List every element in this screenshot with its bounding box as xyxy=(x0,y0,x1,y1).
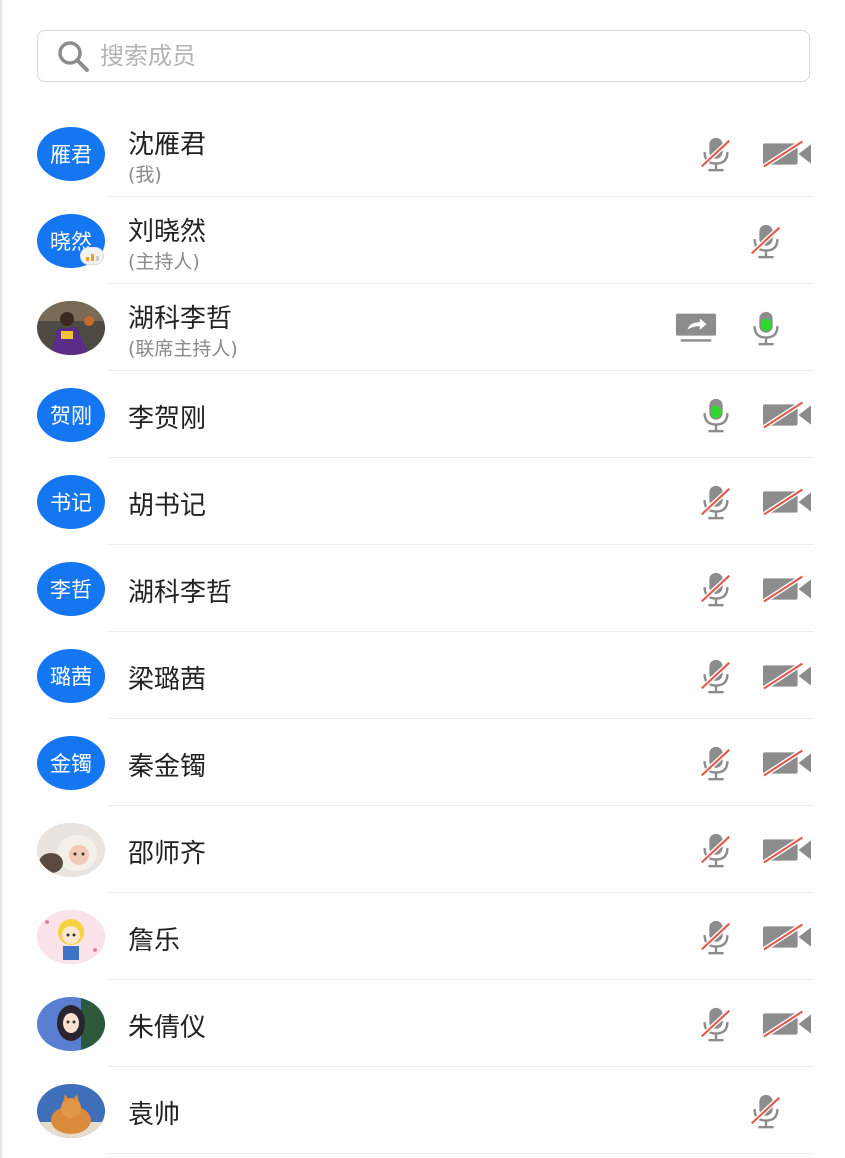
camera-off-icon[interactable] xyxy=(762,657,812,695)
speaking-indicator-icon xyxy=(80,247,104,265)
mic-muted-icon[interactable] xyxy=(697,570,735,608)
member-name: 詹乐 xyxy=(128,926,181,956)
member-name: 李贺刚 xyxy=(128,404,207,434)
mic-muted-icon[interactable] xyxy=(697,831,735,869)
avatar: 雁君 xyxy=(37,127,105,181)
screen-share-icon[interactable] xyxy=(675,309,717,347)
avatar: 李哲 xyxy=(37,562,105,616)
member-name: 刘晓然 xyxy=(128,217,207,247)
member-row[interactable]: 雁君 沈雁君 (我) xyxy=(2,110,845,197)
basketball-player-photo-avatar xyxy=(37,301,105,355)
member-name: 胡书记 xyxy=(128,491,207,521)
member-row[interactable]: 湖科李哲 (联席主持人) xyxy=(2,284,845,371)
member-name: 沈雁君 xyxy=(128,130,207,160)
member-name: 秦金镯 xyxy=(128,752,207,782)
camera-off-icon[interactable] xyxy=(762,483,812,521)
avatar: 璐茜 xyxy=(37,649,105,703)
member-row[interactable]: 璐茜 梁璐茜 xyxy=(2,632,845,719)
mic-muted-icon[interactable] xyxy=(697,1005,735,1043)
member-name: 朱倩仪 xyxy=(128,1013,207,1043)
mic-muted-icon[interactable] xyxy=(747,1092,785,1130)
member-role: (主持人) xyxy=(128,251,200,273)
mic-muted-icon[interactable] xyxy=(697,135,735,173)
member-row[interactable]: 金镯 秦金镯 xyxy=(2,719,845,806)
mic-active-icon[interactable] xyxy=(697,396,735,434)
avatar: 金镯 xyxy=(37,736,105,790)
camera-off-icon[interactable] xyxy=(762,396,812,434)
search-input[interactable] xyxy=(100,42,700,70)
mic-muted-icon[interactable] xyxy=(697,918,735,956)
member-row[interactable]: 朱倩仪 xyxy=(2,980,845,1067)
member-list: 雁君 沈雁君 (我) 晓然 刘晓然 (主持人) 湖科李哲 (联席主持人) 贺刚 … xyxy=(2,110,845,1154)
mic-muted-icon[interactable] xyxy=(697,657,735,695)
avatar: 书记 xyxy=(37,475,105,529)
member-row[interactable]: 书记 胡书记 xyxy=(2,458,845,545)
member-row[interactable]: 邵师齐 xyxy=(2,806,845,893)
camera-off-icon[interactable] xyxy=(762,135,812,173)
camera-off-icon[interactable] xyxy=(762,831,812,869)
mic-active-icon[interactable] xyxy=(747,309,785,347)
camera-off-icon[interactable] xyxy=(762,570,812,608)
search-icon xyxy=(56,39,90,73)
member-role: (我) xyxy=(128,164,162,186)
member-name: 湖科李哲 xyxy=(128,304,233,334)
member-row[interactable]: 詹乐 xyxy=(2,893,845,980)
member-role: (联席主持人) xyxy=(128,338,238,360)
member-name: 梁璐茜 xyxy=(128,665,207,695)
member-name: 湖科李哲 xyxy=(128,578,233,608)
cartoon-girl-avatar xyxy=(37,910,105,964)
camera-off-icon[interactable] xyxy=(762,1005,812,1043)
baby-photo-avatar xyxy=(37,823,105,877)
member-row[interactable]: 李哲 湖科李哲 xyxy=(2,545,845,632)
member-row[interactable]: 贺刚 李贺刚 xyxy=(2,371,845,458)
mic-muted-icon[interactable] xyxy=(697,744,735,782)
member-row[interactable]: 晓然 刘晓然 (主持人) xyxy=(2,197,845,284)
member-name: 邵师齐 xyxy=(128,839,207,869)
member-name: 袁帅 xyxy=(128,1100,181,1130)
camera-off-icon[interactable] xyxy=(762,918,812,956)
member-row[interactable]: 袁帅 xyxy=(2,1067,845,1154)
cat-photo-avatar xyxy=(37,1084,105,1138)
avatar: 贺刚 xyxy=(37,388,105,442)
anime-girl-avatar xyxy=(37,997,105,1051)
mic-muted-icon[interactable] xyxy=(697,483,735,521)
mic-muted-icon[interactable] xyxy=(747,222,785,260)
camera-off-icon[interactable] xyxy=(762,744,812,782)
search-bar[interactable] xyxy=(37,30,810,82)
